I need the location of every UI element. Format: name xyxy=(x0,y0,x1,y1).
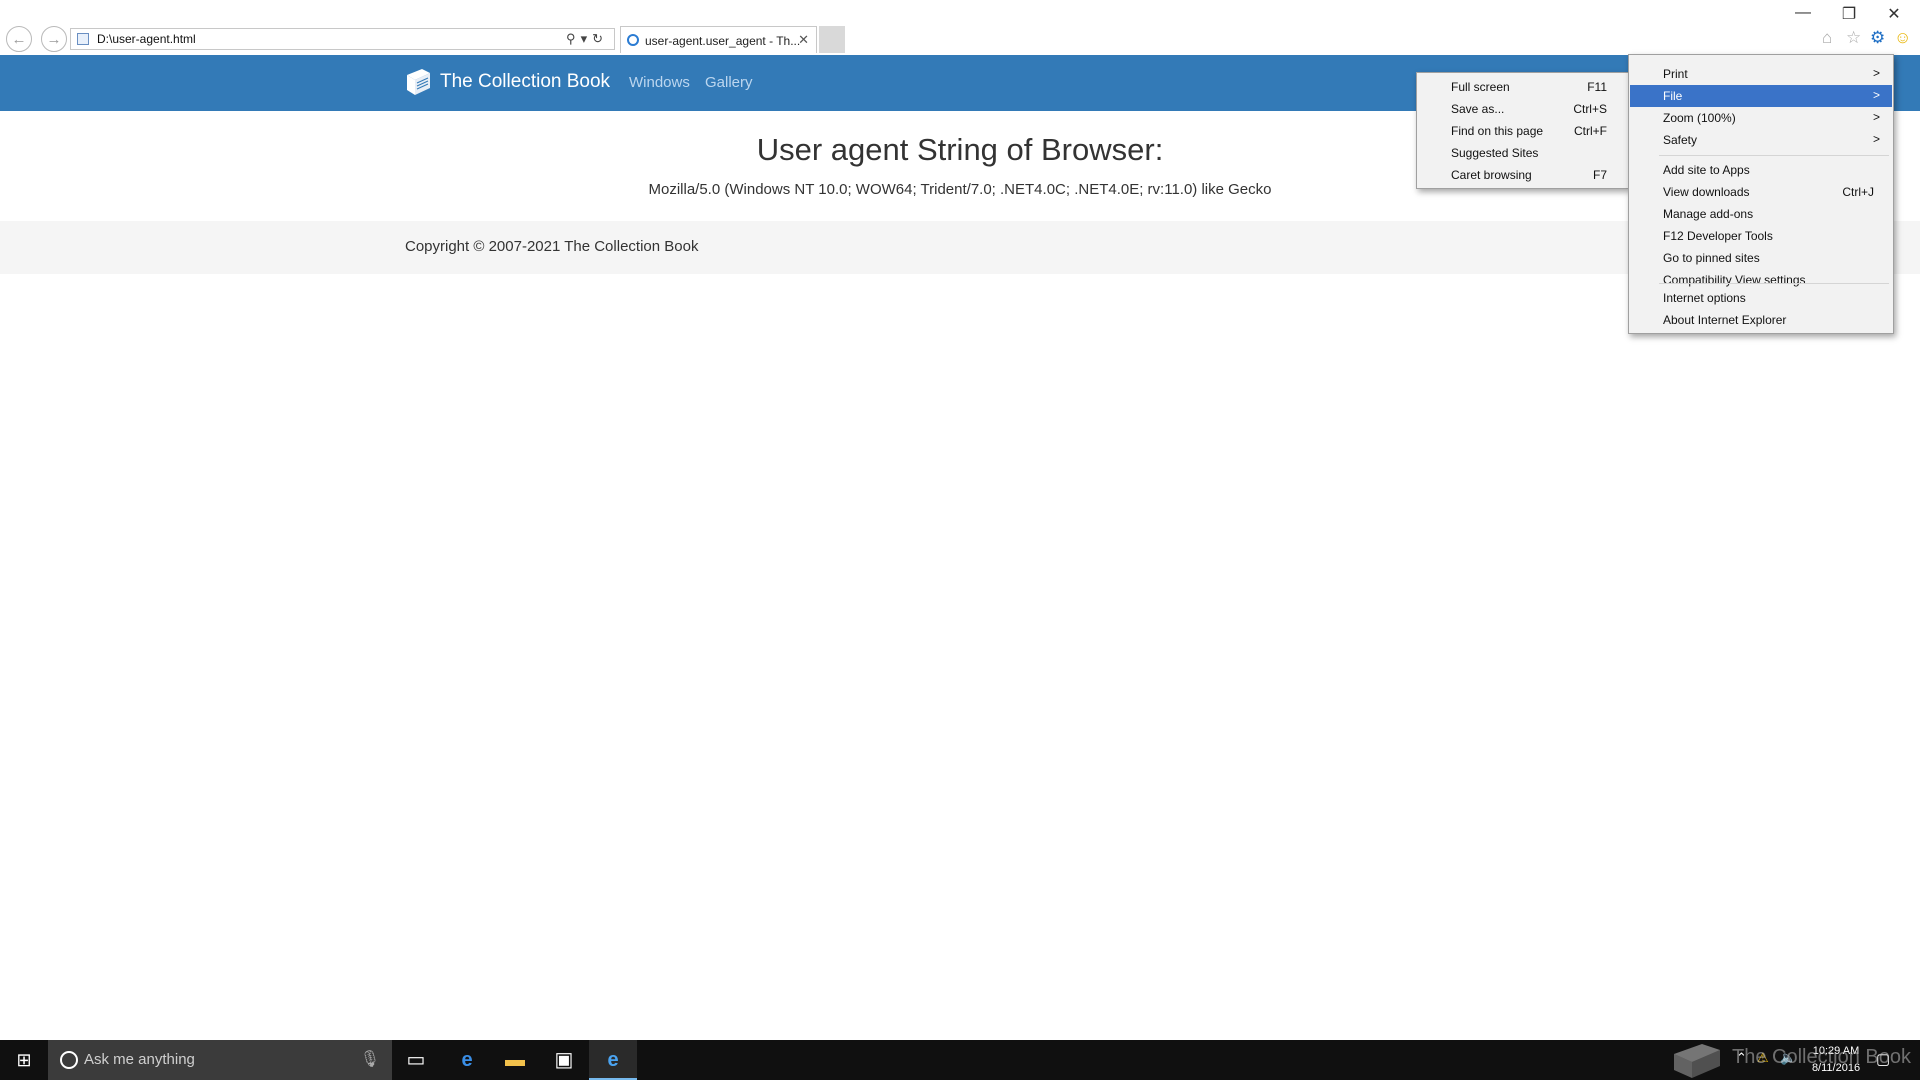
menu-item-safety[interactable]: Safety > xyxy=(1630,129,1892,151)
file-explorer-icon[interactable]: ▬ xyxy=(491,1040,539,1080)
menu-item-shortcut: F11 xyxy=(1587,80,1607,94)
favorites-icon[interactable]: ☆ xyxy=(1846,28,1861,48)
menu-separator xyxy=(1659,155,1889,156)
file-submenu: Full screen F11 Save as... Ctrl+S Find o… xyxy=(1416,72,1629,189)
menu-item-print[interactable]: Print > xyxy=(1630,63,1892,85)
menu-item-label: Safety xyxy=(1663,133,1698,147)
store-icon[interactable]: ▣ xyxy=(540,1040,588,1080)
site-brand[interactable]: The Collection Book xyxy=(440,71,610,93)
watermark-text: The Collection Book xyxy=(1732,1046,1911,1068)
ie-tab-icon xyxy=(627,34,639,46)
windows-logo-icon: ⊞ xyxy=(16,1050,32,1070)
menu-item-label: Caret browsing xyxy=(1451,168,1532,182)
menu-item-label: View downloads xyxy=(1663,185,1750,199)
search-icon[interactable]: ⚲ xyxy=(566,31,581,46)
menu-item-save-as[interactable]: Save as... Ctrl+S xyxy=(1418,98,1627,120)
new-tab-button[interactable] xyxy=(819,26,845,53)
tab-title: user-agent.user_agent - Th... xyxy=(645,34,801,48)
address-bar[interactable]: D:\user-agent.html ⚲▾↻ xyxy=(70,28,615,50)
dropdown-icon[interactable]: ▾ xyxy=(581,31,593,46)
search-placeholder: Ask me anything xyxy=(84,1051,195,1068)
menu-item-add-site-to-apps[interactable]: Add site to Apps xyxy=(1630,159,1892,181)
menu-item-zoom[interactable]: Zoom (100%) > xyxy=(1630,107,1892,129)
close-button[interactable]: ✕ xyxy=(1879,4,1909,24)
menu-item-internet-options[interactable]: Internet options xyxy=(1630,287,1892,309)
page-icon xyxy=(77,33,89,45)
menu-item-shortcut: F7 xyxy=(1592,168,1607,182)
cortana-search-box[interactable]: Ask me anything 🎙 xyxy=(48,1040,392,1080)
restore-button[interactable]: ❐ xyxy=(1834,4,1864,24)
nav-link-gallery[interactable]: Gallery xyxy=(705,74,753,91)
book-watermark-icon xyxy=(1674,1044,1720,1078)
copyright-text: Copyright © 2007-2021 The Collection Boo… xyxy=(405,238,699,255)
nav-link-windows[interactable]: Windows xyxy=(629,74,690,91)
menu-item-file[interactable]: File > xyxy=(1630,85,1892,107)
forward-button[interactable]: → xyxy=(41,26,67,52)
menu-item-label: About Internet Explorer xyxy=(1663,313,1787,327)
menu-item-label: F12 Developer Tools xyxy=(1663,229,1773,243)
refresh-icon[interactable]: ↻ xyxy=(592,31,608,46)
menu-item-label: File xyxy=(1663,89,1683,103)
minimize-button[interactable]: — xyxy=(1788,4,1818,22)
task-view-icon[interactable]: ▭ xyxy=(392,1040,440,1080)
back-button[interactable]: ← xyxy=(6,26,32,52)
menu-item-label: Manage add-ons xyxy=(1663,207,1754,221)
menu-item-label: Print xyxy=(1663,67,1688,81)
menu-item-caret-browsing[interactable]: Caret browsing F7 xyxy=(1418,164,1627,186)
taskbar: ⊞ Ask me anything 🎙 ▭ e ▬ ▣ e ⌃ ⚠ 🔈 10:2… xyxy=(0,1040,1920,1080)
menu-item-shortcut: Ctrl+S xyxy=(1573,102,1607,116)
menu-item-label: Go to pinned sites xyxy=(1663,251,1760,265)
menu-item-label: Full screen xyxy=(1451,80,1510,94)
menu-item-shortcut: Ctrl+F xyxy=(1574,124,1607,138)
settings-gear-icon[interactable]: ⚙ xyxy=(1870,28,1885,48)
submenu-arrow-icon: > xyxy=(1872,110,1880,124)
submenu-arrow-icon: > xyxy=(1872,132,1880,146)
microphone-icon[interactable]: 🎙 xyxy=(360,1049,380,1069)
address-tools: ⚲▾↻ xyxy=(566,31,608,47)
tab-close-icon[interactable]: ✕ xyxy=(798,32,809,48)
menu-item-label: Compatibility View settings xyxy=(1663,273,1806,287)
menu-item-label: Find on this page xyxy=(1451,124,1544,138)
menu-item-find-on-page[interactable]: Find on this page Ctrl+F xyxy=(1418,120,1627,142)
feedback-smiley-icon[interactable]: ☺ xyxy=(1894,28,1911,48)
menu-item-shortcut: Ctrl+J xyxy=(1842,185,1874,199)
home-icon[interactable]: ⌂ xyxy=(1822,28,1832,48)
menu-item-about-ie[interactable]: About Internet Explorer xyxy=(1630,309,1892,331)
menu-item-label: Save as... xyxy=(1451,102,1505,116)
watermark: The Collection Book xyxy=(1668,1040,1911,1080)
forward-arrow-icon: → xyxy=(46,31,62,48)
tools-menu: Print > File > Zoom (100%) > Safety > Ad… xyxy=(1628,54,1894,334)
menu-item-label: Zoom (100%) xyxy=(1663,111,1736,125)
book-logo-icon[interactable] xyxy=(404,67,432,97)
menu-item-full-screen[interactable]: Full screen F11 xyxy=(1418,76,1627,98)
start-button[interactable]: ⊞ xyxy=(0,1040,48,1080)
menu-item-label: Internet options xyxy=(1663,291,1746,305)
submenu-arrow-icon: > xyxy=(1872,88,1880,102)
menu-item-suggested-sites[interactable]: Suggested Sites xyxy=(1418,142,1627,164)
edge-icon[interactable]: e xyxy=(443,1040,491,1080)
menu-item-go-to-pinned-sites[interactable]: Go to pinned sites xyxy=(1630,247,1892,269)
menu-item-label: Add site to Apps xyxy=(1663,163,1750,177)
menu-item-label: Suggested Sites xyxy=(1451,146,1539,160)
address-url[interactable]: D:\user-agent.html xyxy=(97,32,196,46)
submenu-arrow-icon: > xyxy=(1872,66,1880,80)
menu-separator xyxy=(1659,283,1889,284)
menu-item-f12-developer-tools[interactable]: F12 Developer Tools xyxy=(1630,225,1892,247)
cortana-icon xyxy=(60,1051,78,1069)
internet-explorer-icon[interactable]: e xyxy=(589,1040,637,1080)
menu-item-view-downloads[interactable]: View downloads Ctrl+J xyxy=(1630,181,1892,203)
browser-chrome: ← → D:\user-agent.html ⚲▾↻ user-agent.us… xyxy=(0,0,1920,55)
tab-active[interactable]: user-agent.user_agent - Th... ✕ xyxy=(620,26,817,53)
menu-item-manage-add-ons[interactable]: Manage add-ons xyxy=(1630,203,1892,225)
back-arrow-icon: ← xyxy=(11,31,27,48)
